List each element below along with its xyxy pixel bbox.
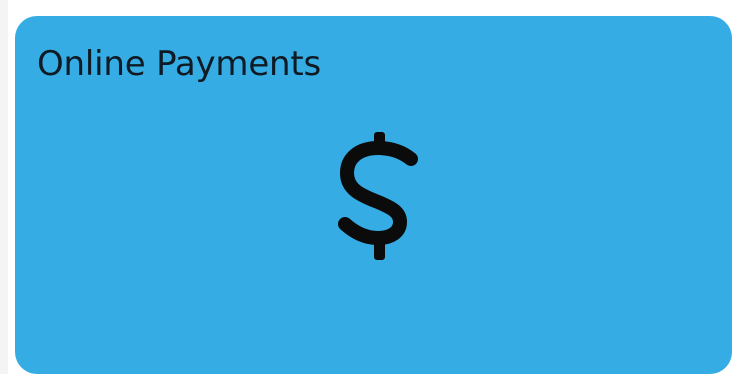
tile-title: Online Payments: [37, 44, 322, 84]
online-payments-tile[interactable]: Online Payments: [15, 16, 732, 374]
dollar-sign-icon: [331, 128, 427, 264]
page-edge-strip: [0, 0, 8, 374]
